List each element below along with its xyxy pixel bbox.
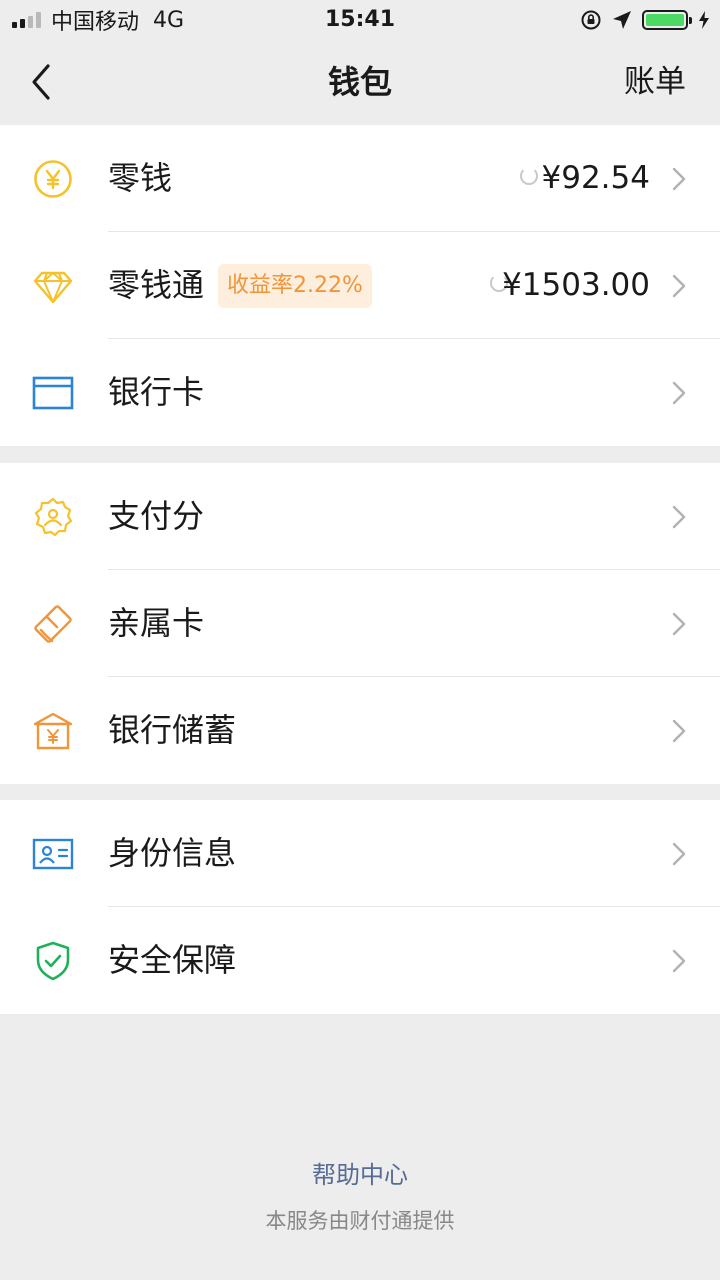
chevron-right-icon [672,505,686,529]
row-label: 零钱 [108,159,173,197]
bank-savings-row[interactable]: 银行储蓄 [0,677,720,784]
chevron-right-icon [672,381,686,405]
status-right [580,0,710,40]
id-card-icon [32,838,74,870]
pay-score-row[interactable]: 支付分 [0,463,720,570]
charging-bolt-icon [699,11,709,29]
row-label: 支付分 [108,497,205,535]
help-center-link[interactable]: 帮助中心 [0,1155,720,1190]
row-label: 银行卡 [108,373,205,411]
pay-score-badge-icon [34,497,73,537]
chevron-right-icon [672,167,686,191]
diamond-icon [33,271,73,304]
service-provider-note: 本服务由财付通提供 [265,1209,455,1233]
security-row[interactable]: 安全保障 [0,907,720,1014]
identity-info-row[interactable]: 身份信息 [0,800,720,907]
wallet-balance-group: 零钱 ¥92.54 零钱通 收益率2.22% ¥1503.00 银行卡 [0,125,720,446]
location-arrow-icon [613,11,631,29]
services-group: 支付分 亲属卡 银行储蓄 [0,463,720,784]
row-label: 身份信息 [108,834,237,872]
family-card-icon [34,605,72,643]
chevron-right-icon [672,274,686,298]
chevron-right-icon [672,612,686,636]
loading-spinner-icon [520,167,538,185]
row-label: 安全保障 [108,941,237,979]
row-label: 零钱通 [108,266,205,304]
yield-rate-badge: 收益率2.22% [218,264,372,308]
chevron-right-icon [672,719,686,743]
bank-card-row[interactable]: 银行卡 [0,339,720,446]
account-group: 身份信息 安全保障 [0,800,720,1014]
security-shield-icon [36,941,70,981]
orientation-lock-icon [581,10,601,30]
yen-coin-icon [34,160,72,198]
change-amount: ¥92.54 [541,160,650,196]
bank-card-icon [32,376,74,410]
lingqiantong-row[interactable]: 零钱通 收益率2.22% ¥1503.00 [0,232,720,339]
row-label: 亲属卡 [108,604,205,642]
change-balance-row[interactable]: 零钱 ¥92.54 [0,125,720,232]
bank-savings-icon [33,712,73,750]
chevron-right-icon [672,949,686,973]
chevron-right-icon [672,842,686,866]
page-title: 钱包 [327,63,392,101]
row-label: 银行储蓄 [108,711,237,749]
bill-button[interactable]: 账单 [624,40,686,124]
family-card-row[interactable]: 亲属卡 [0,570,720,677]
battery-icon [642,10,692,30]
status-bar: 中国移动 4G 15:41 [0,0,720,40]
nav-bar: 钱包 账单 [0,40,720,124]
lingqiantong-amount: ¥1503.00 [502,267,650,303]
